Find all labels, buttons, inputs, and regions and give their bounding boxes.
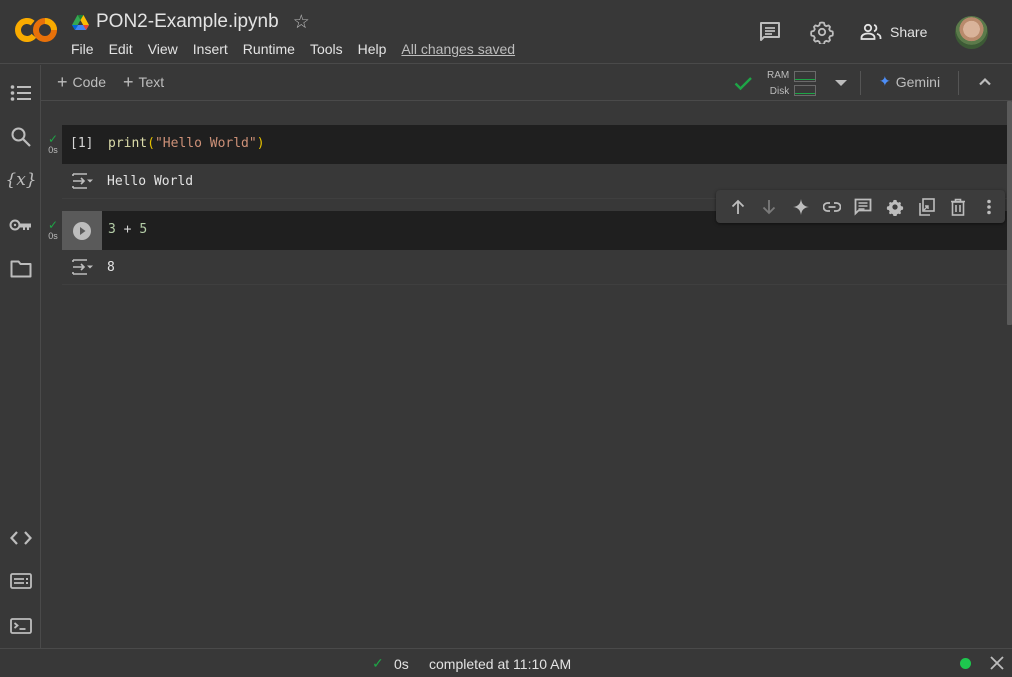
share-label: Share xyxy=(890,24,928,40)
variables-icon[interactable]: {x} xyxy=(5,168,36,192)
gemini-button[interactable]: ✦ Gemini xyxy=(879,73,940,90)
ram-meter xyxy=(794,71,816,82)
output-text: 8 xyxy=(107,260,115,275)
menu-help[interactable]: Help xyxy=(358,41,387,57)
menu-view[interactable]: View xyxy=(148,41,178,57)
code-icon[interactable] xyxy=(9,526,33,550)
cell-output: 8 xyxy=(62,250,1007,285)
gear-icon[interactable] xyxy=(879,195,910,219)
arrow-down-icon[interactable] xyxy=(753,195,784,219)
runtime-dropdown-icon[interactable] xyxy=(835,80,847,86)
google-drive-icon[interactable] xyxy=(72,14,89,30)
trash-icon[interactable] xyxy=(942,195,973,219)
code-cell[interactable]: [1] print("Hello World") xyxy=(62,125,1007,164)
arrow-up-icon[interactable] xyxy=(722,195,753,219)
code-editor[interactable]: print("Hello World") xyxy=(108,136,265,151)
title-row: PON2-Example.ipynb ☆ xyxy=(72,10,310,34)
menu-tools[interactable]: Tools xyxy=(310,41,343,57)
check-icon: ✓ xyxy=(47,218,59,232)
toolbar-divider xyxy=(958,71,959,95)
output-text: Hello World xyxy=(107,174,194,189)
save-status-link[interactable]: All changes saved xyxy=(401,41,515,57)
more-vert-icon[interactable] xyxy=(974,195,1005,219)
notebook-toolbar: + Code + Text RAM Disk ✦ Gemini xyxy=(41,65,1012,101)
comment-icon[interactable] xyxy=(848,195,879,219)
output-actions-icon[interactable] xyxy=(71,172,95,190)
close-icon[interactable] xyxy=(989,655,1005,671)
code-token: ( xyxy=(147,136,155,151)
people-icon xyxy=(860,23,882,40)
menu-file[interactable]: File xyxy=(71,41,94,57)
menu-edit[interactable]: Edit xyxy=(109,41,133,57)
run-cell-button[interactable] xyxy=(62,211,102,250)
star-outline-icon[interactable]: ☆ xyxy=(293,11,310,34)
status-exec-time: 0s xyxy=(394,656,409,672)
disk-meter xyxy=(794,85,816,96)
menu-insert[interactable]: Insert xyxy=(193,41,228,57)
plus-icon: + xyxy=(57,72,68,92)
sparkle-icon[interactable] xyxy=(785,195,816,219)
terminal-icon[interactable] xyxy=(9,614,33,638)
add-code-label: Code xyxy=(72,74,106,90)
code-token: 5 xyxy=(139,222,148,237)
header: PON2-Example.ipynb ☆ File Edit View Inse… xyxy=(0,0,1012,64)
ram-label: RAM xyxy=(767,70,790,81)
user-avatar[interactable] xyxy=(955,16,988,49)
folder-icon[interactable] xyxy=(9,257,33,281)
left-sidebar: {x} xyxy=(0,65,41,648)
menu-bar: File Edit View Insert Runtime Tools Help… xyxy=(71,41,530,57)
cell-exec-time: 0s xyxy=(48,145,58,155)
status-bar: ✓ 0s completed at 11:10 AM xyxy=(0,648,1012,677)
toolbar-divider xyxy=(860,71,861,95)
play-icon xyxy=(73,221,91,240)
cell-toolbar xyxy=(716,190,1005,223)
mirror-cell-icon[interactable] xyxy=(911,195,942,219)
execution-count: [1] xyxy=(70,136,94,151)
check-icon: ✓ xyxy=(372,655,384,671)
colab-logo[interactable] xyxy=(14,14,58,46)
chevron-up-icon[interactable] xyxy=(977,74,993,90)
key-icon[interactable] xyxy=(9,213,33,237)
disk-label: Disk xyxy=(769,86,790,97)
status-message[interactable]: completed at 11:10 AM xyxy=(429,656,571,672)
cell-exec-time: 0s xyxy=(48,231,58,241)
code-token: + xyxy=(115,222,140,237)
notebook-title[interactable]: PON2-Example.ipynb xyxy=(96,11,279,33)
gemini-sparkle-icon: ✦ xyxy=(879,73,891,89)
comment-icon[interactable] xyxy=(758,20,782,44)
check-icon: ✓ xyxy=(47,132,59,146)
menu-runtime[interactable]: Runtime xyxy=(243,41,295,57)
list-icon[interactable] xyxy=(9,81,33,105)
output-actions-icon[interactable] xyxy=(71,258,95,276)
cell-exec-status: ✓ 0s xyxy=(45,219,61,241)
add-text-label: Text xyxy=(138,74,165,90)
gear-icon[interactable] xyxy=(810,20,834,44)
keyboard-icon[interactable] xyxy=(9,569,33,593)
notebook-scrollbar[interactable] xyxy=(1007,101,1012,325)
code-token: ) xyxy=(256,136,265,151)
code-editor[interactable]: 3 + 5 xyxy=(108,222,147,237)
cell-exec-status: ✓ 0s xyxy=(45,133,61,155)
connected-check-icon xyxy=(734,77,752,91)
search-icon[interactable] xyxy=(9,125,33,149)
add-code-cell-button[interactable]: + Code xyxy=(57,72,106,92)
code-token: 3 xyxy=(108,222,116,237)
resource-meters[interactable] xyxy=(794,68,816,96)
gemini-label: Gemini xyxy=(895,73,941,90)
colab-window: PON2-Example.ipynb ☆ File Edit View Inse… xyxy=(0,0,1012,677)
resource-labels[interactable]: RAM Disk xyxy=(767,68,789,100)
share-button[interactable]: Share xyxy=(860,18,927,46)
link-icon[interactable] xyxy=(816,195,847,219)
runtime-status-dot xyxy=(960,658,971,669)
plus-icon: + xyxy=(123,72,134,92)
code-token: print xyxy=(108,136,148,151)
add-text-cell-button[interactable]: + Text xyxy=(123,72,165,92)
notebook-area: ✓ 0s [1] print("Hello World") Hello Worl… xyxy=(41,101,1012,648)
code-token: "Hello World" xyxy=(154,136,257,151)
